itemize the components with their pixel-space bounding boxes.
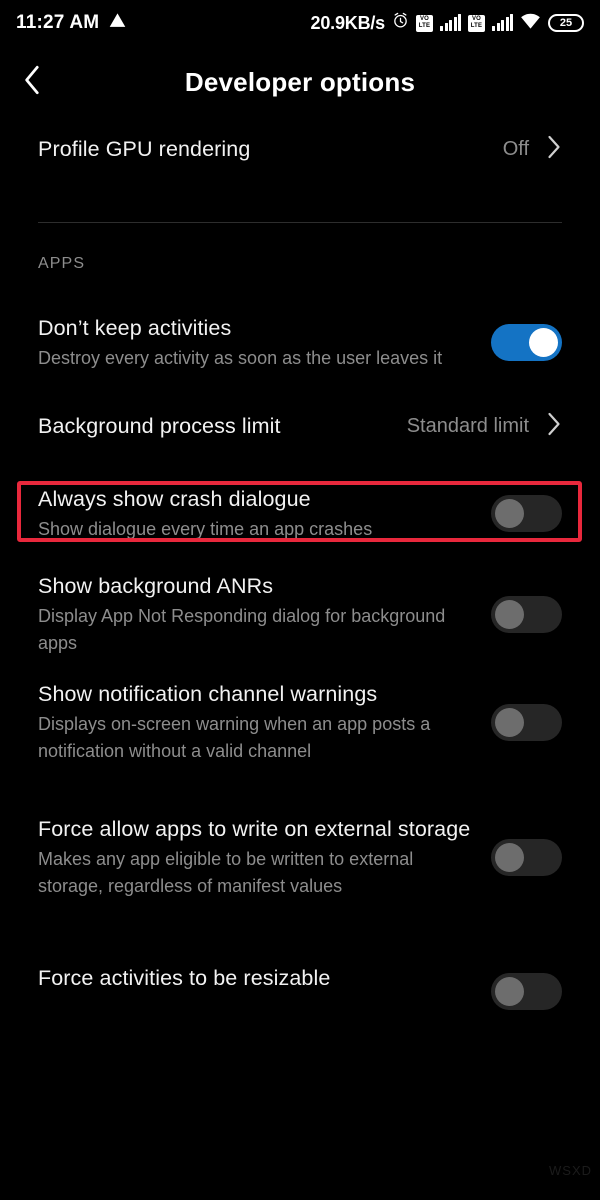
row-subtitle: Display App Not Responding dialog for ba…	[38, 606, 446, 653]
toggle-force-activities-resizable[interactable]	[491, 973, 562, 1010]
toggle-knob	[495, 498, 524, 528]
volte-top-label-2: VO	[471, 16, 482, 22]
row-texts: Show background ANRs Display App Not Res…	[38, 571, 491, 657]
app-bar: Developer options	[0, 46, 600, 118]
signal-bars-sim1-icon	[440, 14, 461, 31]
row-title: Profile GPU rendering	[38, 137, 251, 161]
back-button[interactable]	[0, 46, 66, 118]
row-show-background-anrs[interactable]: Show background ANRs Display App Not Res…	[0, 571, 600, 657]
row-texts: Force allow apps to write on external st…	[38, 814, 491, 900]
row-title: Force allow apps to write on external st…	[38, 817, 471, 841]
row-value: Standard limit	[406, 414, 529, 437]
row-title: Show background ANRs	[38, 574, 274, 598]
row-show-notification-channel-warnings[interactable]: Show notification channel warnings Displ…	[0, 679, 600, 765]
status-bar: 11:27 AM 20.9KB/s VO LTE VO LTE 25	[0, 0, 600, 46]
row-texts: Always show crash dialogue Show dialogue…	[38, 484, 491, 543]
alarm-clock-icon	[392, 12, 409, 34]
toggle-dont-keep-activities[interactable]	[491, 323, 562, 361]
volte-sim1-icon: VO LTE	[416, 14, 433, 32]
toggle-knob	[529, 327, 558, 357]
row-always-show-crash-dialogue[interactable]: Always show crash dialogue Show dialogue…	[0, 477, 600, 549]
row-force-allow-external-storage[interactable]: Force allow apps to write on external st…	[0, 787, 600, 927]
chevron-right-icon	[545, 134, 562, 165]
status-bar-clock: 11:27 AM	[16, 12, 100, 33]
section-header-apps: APPS	[0, 223, 600, 273]
toggle-knob	[495, 842, 524, 872]
row-subtitle: Displays on-screen warning when an app p…	[38, 714, 431, 761]
row-texts: Profile GPU rendering	[38, 134, 503, 164]
toggle-show-notification-channel-warnings[interactable]	[491, 703, 562, 741]
row-texts: Background process limit	[38, 411, 407, 441]
row-title: Show notification channel warnings	[38, 682, 378, 706]
status-bar-left: 11:27 AM	[16, 12, 126, 34]
volte-bottom-label-2: LTE	[470, 23, 483, 29]
row-subtitle: Show dialogue every time an app crashes	[38, 518, 373, 539]
chevron-left-icon	[20, 63, 46, 102]
row-texts: Show notification channel warnings Displ…	[38, 679, 491, 765]
row-force-activities-resizable[interactable]: Force activities to be resizable	[0, 945, 600, 1010]
spacer-above-divider	[0, 180, 600, 222]
status-bar-right: 20.9KB/s VO LTE VO LTE 25	[311, 12, 584, 34]
row-subtitle: Makes any app eligible to be written to …	[38, 849, 414, 896]
row-profile-gpu-rendering[interactable]: Profile GPU rendering Off	[0, 118, 600, 180]
toggle-knob	[495, 599, 524, 629]
watermark-text: WSXD	[549, 1163, 592, 1178]
volte-sim2-icon: VO LTE	[468, 14, 485, 32]
row-title: Force activities to be resizable	[38, 965, 331, 990]
toggle-always-show-crash-dialogue[interactable]	[491, 494, 562, 532]
toggle-knob	[495, 707, 524, 737]
row-background-process-limit[interactable]: Background process limit Standard limit	[0, 397, 600, 455]
toggle-show-background-anrs[interactable]	[491, 595, 562, 633]
network-speed-label: 20.9KB/s	[310, 12, 386, 33]
volte-bottom-label: LTE	[418, 23, 431, 29]
row-value: Off	[502, 137, 529, 160]
row-title: Background process limit	[38, 414, 281, 438]
phone-screen: 11:27 AM 20.9KB/s VO LTE VO LTE 25 Devel…	[0, 0, 600, 1200]
volte-top-label: VO	[419, 16, 430, 22]
row-dont-keep-activities[interactable]: Don’t keep activities Destroy every acti…	[0, 301, 600, 383]
section-label: APPS	[38, 255, 86, 272]
page-title: Developer options	[184, 66, 416, 97]
toggle-knob	[495, 977, 524, 1006]
signal-bars-sim2-icon	[492, 14, 513, 31]
row-subtitle: Destroy every activity as soon as the us…	[38, 347, 443, 368]
battery-icon: 25	[548, 14, 584, 32]
row-title: Always show crash dialogue	[38, 486, 311, 511]
warning-triangle-icon	[109, 12, 126, 34]
chevron-right-icon	[545, 411, 562, 442]
row-texts: Don’t keep activities Destroy every acti…	[38, 313, 491, 372]
row-texts: Force activities to be resizable	[38, 963, 491, 993]
wifi-icon	[520, 12, 541, 34]
toggle-force-allow-external-storage[interactable]	[491, 838, 562, 876]
row-title: Don’t keep activities	[38, 315, 232, 340]
battery-level-label: 25	[559, 17, 573, 29]
